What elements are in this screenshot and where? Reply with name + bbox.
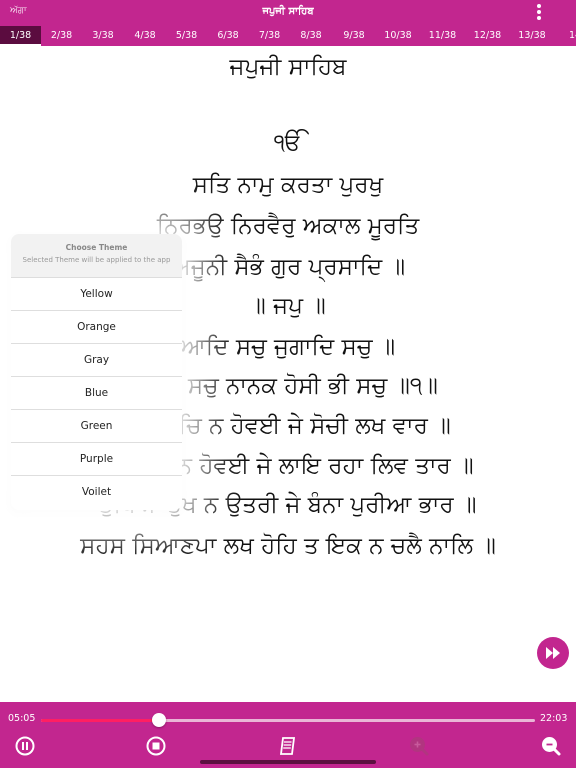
zoom-out-button[interactable] xyxy=(540,735,562,757)
page-tab[interactable]: 7/38 xyxy=(249,26,290,46)
page-tab[interactable]: 11/38 xyxy=(420,26,465,46)
page-tab[interactable]: 14 xyxy=(560,26,576,46)
page-tab[interactable]: 4/38 xyxy=(124,26,166,46)
page-tab[interactable]: 12/38 xyxy=(465,26,510,46)
stop-icon xyxy=(146,736,166,756)
page-title: ਜਪੁਜੀ ਸਾਹਿਬ xyxy=(262,6,314,17)
progress-slider[interactable] xyxy=(41,713,535,727)
page-tab[interactable]: 2/38 xyxy=(41,26,82,46)
top-bar: ਅੱਗਾ ਜਪੁਜੀ ਸਾਹਿਬ xyxy=(0,0,576,26)
theme-option-blue[interactable]: Blue xyxy=(11,377,182,410)
fast-forward-button[interactable] xyxy=(537,637,569,669)
theme-popover: Choose Theme Selected Theme will be appl… xyxy=(11,234,182,510)
total-time: 22:03 xyxy=(540,713,568,724)
audio-player: 05:05 22:03 xyxy=(0,702,576,768)
stop-button[interactable] xyxy=(145,735,167,757)
home-indicator xyxy=(200,760,376,764)
pause-icon xyxy=(15,736,35,756)
verse-line: ੴ xyxy=(274,130,302,156)
book-button[interactable] xyxy=(277,735,299,757)
theme-option-purple[interactable]: Purple xyxy=(11,443,182,476)
theme-option-gray[interactable]: Gray xyxy=(11,344,182,377)
content-heading: ਜਪੁਜੀ ਸਾਹਿਬ xyxy=(229,54,347,80)
page-tab[interactable]: 1/38 xyxy=(0,26,41,46)
zoom-out-icon xyxy=(542,737,561,756)
zoom-in-button[interactable] xyxy=(408,735,430,757)
page-tab[interactable]: 8/38 xyxy=(290,26,332,46)
popover-title: Choose Theme xyxy=(65,243,128,252)
progress-fill xyxy=(41,719,159,722)
theme-option-orange[interactable]: Orange xyxy=(11,311,182,344)
fast-forward-icon xyxy=(546,647,560,659)
more-vertical-icon[interactable] xyxy=(536,2,542,22)
page-tab-bar: 1/38 2/38 3/38 4/38 5/38 6/38 7/38 8/38 9/38 10/3… xyxy=(0,26,576,46)
verse-line: ਸਹਸ ਸਿਆਣਪਾ ਲਖ ਹੋਹਿ ਤ ਇਕ ਨ ਚਲੈ ਨਾਲਿ ॥ xyxy=(80,533,496,559)
page-tab[interactable]: 3/38 xyxy=(82,26,124,46)
zoom-in-icon xyxy=(410,737,429,756)
page-tab[interactable]: 5/38 xyxy=(166,26,207,46)
book-icon xyxy=(279,737,296,755)
page-tab[interactable]: 13/38 xyxy=(510,26,554,46)
theme-option-yellow[interactable]: Yellow xyxy=(11,278,182,311)
elapsed-time: 05:05 xyxy=(8,713,36,724)
theme-option-voilet[interactable]: Voilet xyxy=(11,476,182,508)
verse-line: ਸਤਿ ਨਾਮੁ ਕਰਤਾ ਪੁਰਖੁ xyxy=(192,172,384,198)
popover-header: Choose Theme Selected Theme will be appl… xyxy=(11,234,182,278)
page-tab[interactable]: 10/38 xyxy=(376,26,420,46)
pause-button[interactable] xyxy=(14,735,36,757)
theme-option-green[interactable]: Green xyxy=(11,410,182,443)
progress-thumb[interactable] xyxy=(151,713,166,727)
page-tab[interactable]: 9/38 xyxy=(332,26,376,46)
page-tab[interactable]: 6/38 xyxy=(207,26,249,46)
popover-subtitle: Selected Theme will be applied to the ap… xyxy=(22,256,171,264)
